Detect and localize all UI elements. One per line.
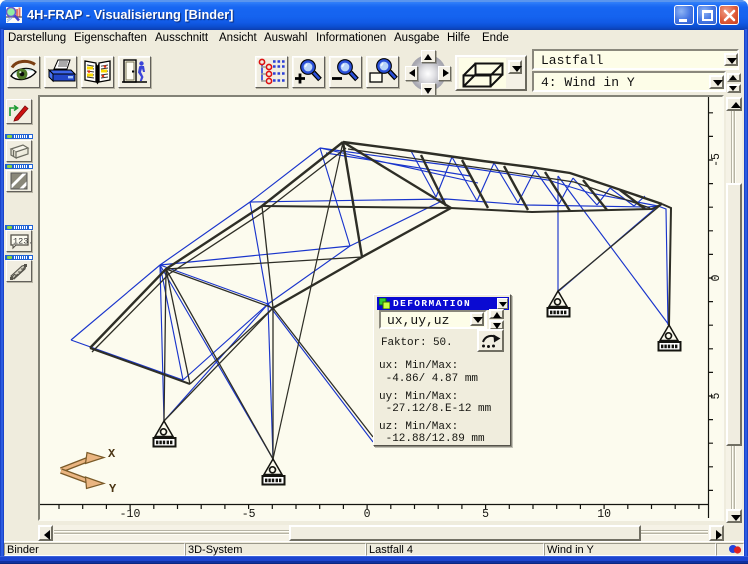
svg-text:0: 0: [364, 508, 371, 519]
svg-text:5: 5: [710, 392, 722, 399]
svg-text:5: 5: [482, 508, 489, 519]
svg-text:0: 0: [710, 274, 722, 281]
svg-text:-5: -5: [710, 153, 722, 167]
svg-text:Y: Y: [109, 482, 117, 496]
svg-text:-5: -5: [242, 508, 256, 519]
svg-text:123.: 123.: [13, 237, 31, 247]
svg-text:X: X: [108, 447, 116, 461]
svg-text:10: 10: [597, 508, 611, 519]
svg-text:-10: -10: [120, 508, 141, 519]
